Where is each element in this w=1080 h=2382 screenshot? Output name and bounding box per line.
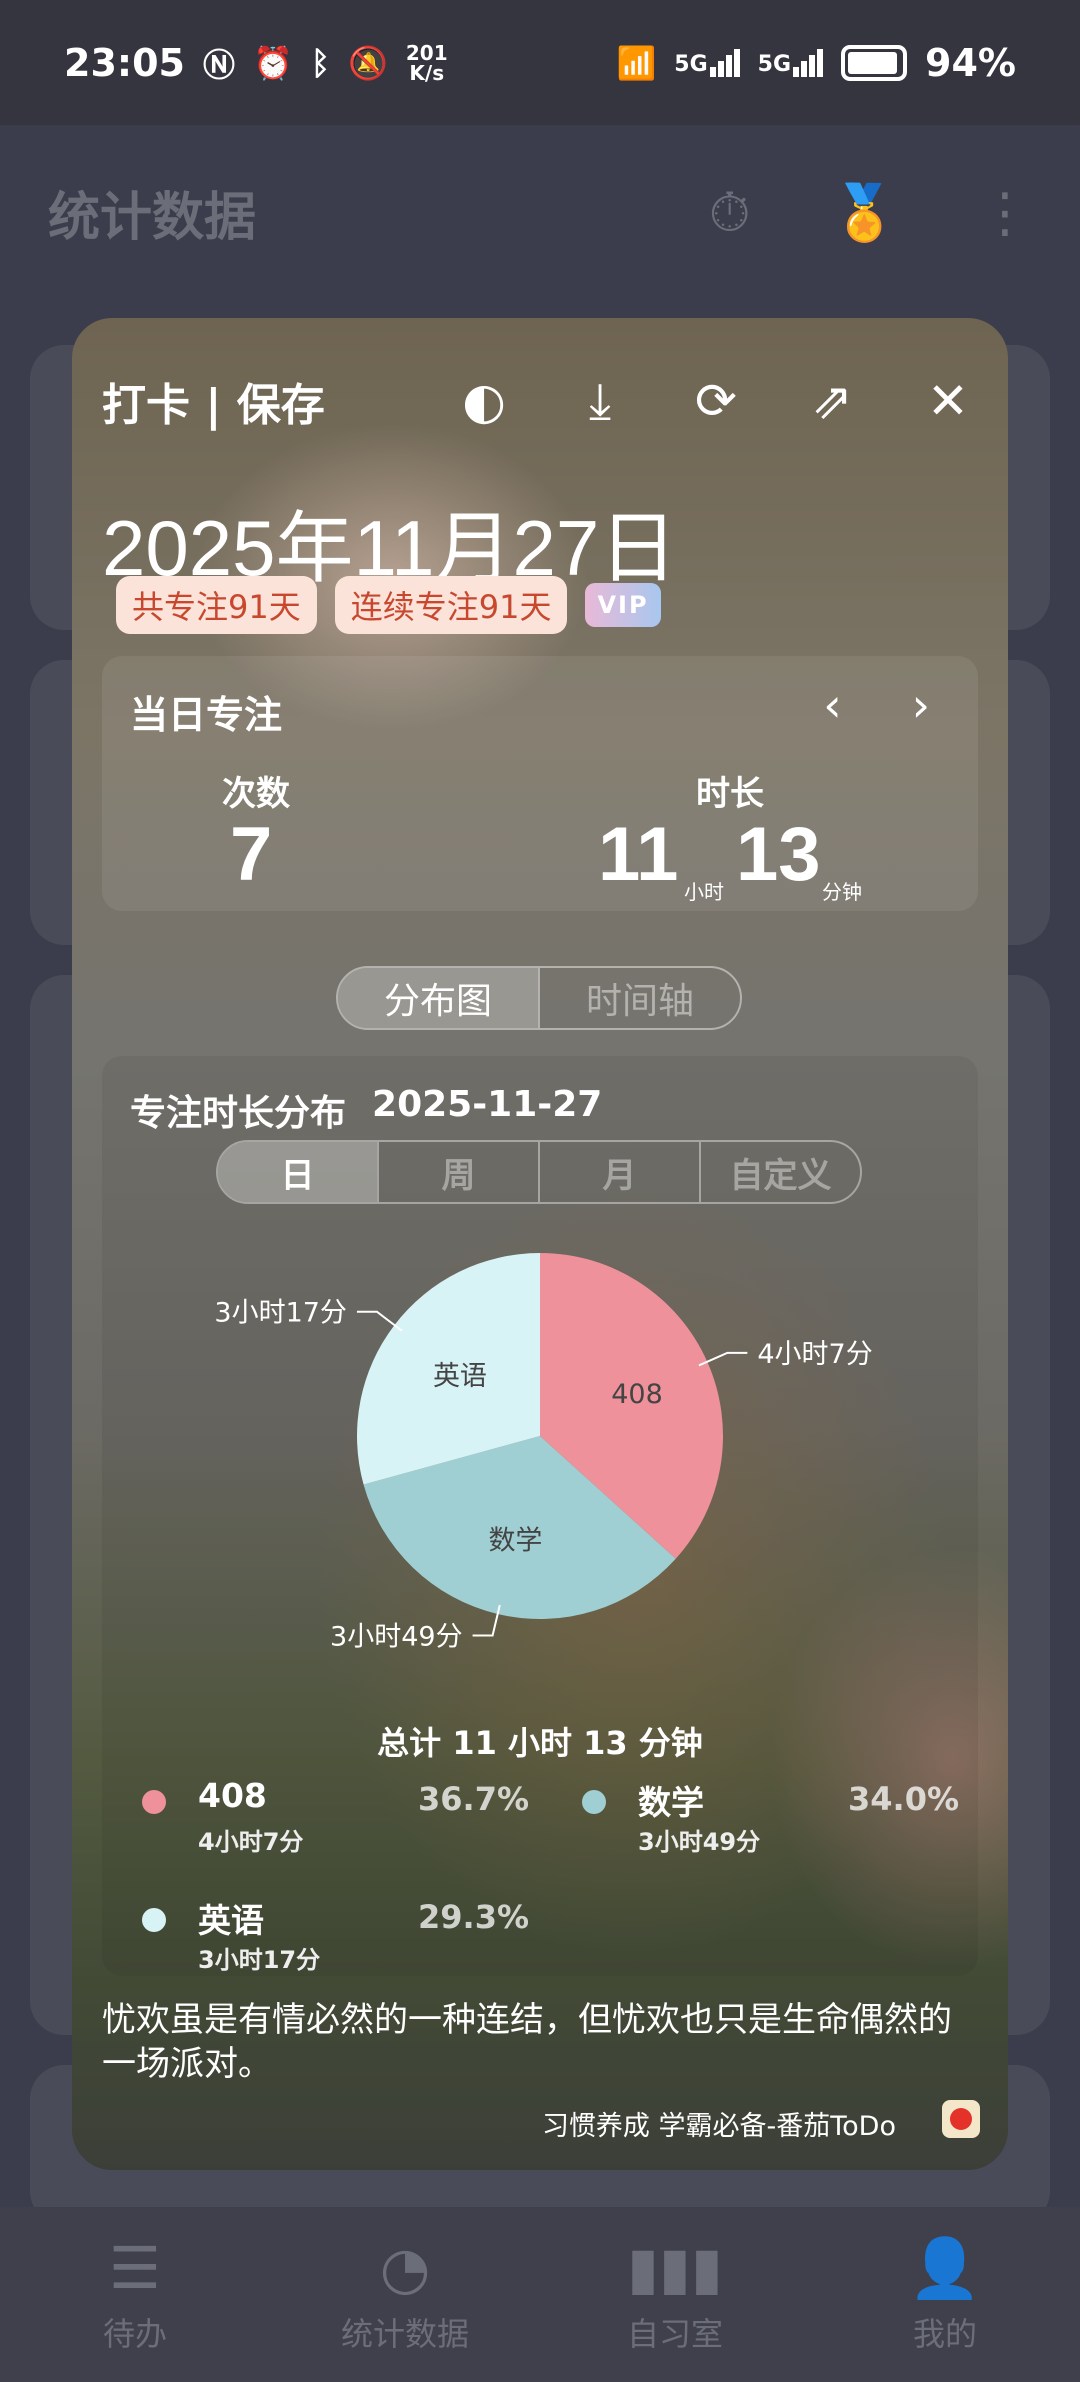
vip-badge: VIP <box>585 583 661 627</box>
app-top-bar: 统计数据 ⏱ 🏅 ⋮ <box>0 125 1080 300</box>
status-bar: 23:05 Ⓝ ⏰ ᛒ 🔕 201 K/s 📶 5G 5G 94% <box>0 0 1080 125</box>
streak-days-tag: 连续专注91天 <box>334 576 568 634</box>
duration-minutes: 13 <box>736 812 821 897</box>
legend-dot <box>142 1908 166 1932</box>
card-title: 打卡 | 保存 <box>102 380 325 431</box>
count-value: 7 <box>230 812 273 897</box>
range-toggle: 日 周 月 自定义 <box>216 1140 862 1204</box>
range-week[interactable]: 周 <box>377 1142 538 1202</box>
range-month[interactable]: 月 <box>538 1142 699 1202</box>
wifi-icon: 📶 <box>616 43 657 82</box>
distribution-date: 2025-11-27 <box>372 1084 603 1125</box>
pie-value-label-2: 3小时17分 <box>214 1298 347 1329</box>
person-icon: 👤 <box>908 2233 982 2302</box>
pie-slice-label-0: 408 <box>611 1379 663 1410</box>
daily-focus-title: 当日专注 <box>130 693 283 737</box>
tomato-logo-icon <box>942 2100 980 2138</box>
total-days-tag: 共专注91天 <box>116 576 317 634</box>
view-toggle: 分布图 时间轴 <box>336 966 742 1030</box>
battery-icon <box>841 44 908 81</box>
range-custom[interactable]: 自定义 <box>699 1142 860 1202</box>
bluetooth-icon: ᛒ <box>310 43 331 82</box>
bottom-nav: ☰ 待办 ◔ 统计数据 ▮▮▮ 自习室 👤 我的 <box>0 2207 1080 2382</box>
battery-level: 94% <box>925 40 1016 85</box>
signal-5g-icon-2: 5G <box>758 48 824 77</box>
more-icon[interactable]: ⋮ <box>978 181 1032 244</box>
count-label: 次数 <box>222 774 290 814</box>
focus-pie-chart: 408 4小时7分数学 3小时49分 英语 3小时17分 <box>214 1253 873 1652</box>
quote-text: 忧欢虽是有情必然的一种连结，但忧欢也只是生命偶然的一场派对。 <box>102 2000 952 2084</box>
legend-dot <box>142 1790 166 1814</box>
pie-chart-icon: ◔ <box>379 2233 431 2302</box>
nav-todo[interactable]: ☰ 待办 <box>35 2235 235 2355</box>
pie-value-label-0: 4小时7分 <box>757 1339 872 1370</box>
checkin-share-card: 打卡 | 保存 ◐ ⤓ ⟳ ⇗ ✕ 2025年11月27日 共专注91天 连续专… <box>72 318 1008 2170</box>
pie-slice-label-2: 英语 <box>433 1361 487 1392</box>
download-icon[interactable]: ⤓ <box>570 372 630 431</box>
total-duration: 总计 11 小时 13 分钟 <box>377 1724 703 1762</box>
medal-icon[interactable]: 🏅 <box>831 181 898 245</box>
next-day-icon[interactable]: › <box>912 678 930 732</box>
close-icon[interactable]: ✕ <box>918 372 978 430</box>
legend-dot <box>582 1790 606 1814</box>
app-slogan: 习惯养成 学霸必备-番茄ToDo <box>541 2111 896 2142</box>
mute-icon: 🔕 <box>348 43 388 82</box>
nav-study-room[interactable]: ▮▮▮ 自习室 <box>575 2235 775 2355</box>
page-title: 统计数据 <box>48 188 257 248</box>
list-icon: ☰ <box>109 2233 161 2302</box>
legend-percent-math: 34.0% <box>848 1780 960 1818</box>
net-speed: 201 K/s <box>405 40 448 85</box>
alarm-icon: ⏰ <box>252 43 293 82</box>
nav-profile[interactable]: 👤 我的 <box>845 2235 1045 2355</box>
distribution-panel: 专注时长分布 2025-11-27 日 周 月 自定义 408 4小时7分数学 3小… <box>102 1056 978 1976</box>
duration-label: 时长 <box>696 774 764 814</box>
streak-tags: 共专注91天 连续专注91天 VIP <box>116 576 661 634</box>
refresh-icon[interactable]: ⟳ <box>686 372 746 430</box>
prev-day-icon[interactable]: ‹ <box>823 678 841 732</box>
minutes-unit: 分钟 <box>822 880 862 904</box>
history-icon[interactable]: ⏱ <box>709 181 751 245</box>
tab-timeline[interactable]: 时间轴 <box>538 968 740 1028</box>
daily-focus-panel: 当日专注 ‹ › 次数 7 时长 11 小时 13 分钟 <box>102 656 978 911</box>
bar-chart-icon: ▮▮▮ <box>627 2233 723 2302</box>
theme-drop-icon[interactable]: ◐ <box>454 372 514 430</box>
tab-distribution[interactable]: 分布图 <box>338 968 538 1028</box>
hours-unit: 小时 <box>684 880 724 904</box>
pie-slice-label-1: 数学 <box>488 1525 542 1556</box>
legend-percent-408: 36.7% <box>418 1780 530 1818</box>
range-day[interactable]: 日 <box>218 1142 377 1202</box>
clock: 23:05 <box>64 40 185 85</box>
nav-statistics[interactable]: ◔ 统计数据 <box>305 2235 505 2355</box>
share-icon[interactable]: ⇗ <box>802 372 862 430</box>
legend-percent-english: 29.3% <box>418 1898 530 1936</box>
signal-5g-icon: 5G <box>674 48 740 77</box>
card-header: 打卡 | 保存 ◐ ⤓ ⟳ ⇗ ✕ <box>102 356 978 446</box>
nfc-icon: Ⓝ <box>202 45 235 84</box>
duration-hours: 11 <box>598 812 679 897</box>
pie-value-label-1: 3小时49分 <box>330 1621 463 1652</box>
distribution-title: 专注时长分布 <box>130 1093 347 1134</box>
